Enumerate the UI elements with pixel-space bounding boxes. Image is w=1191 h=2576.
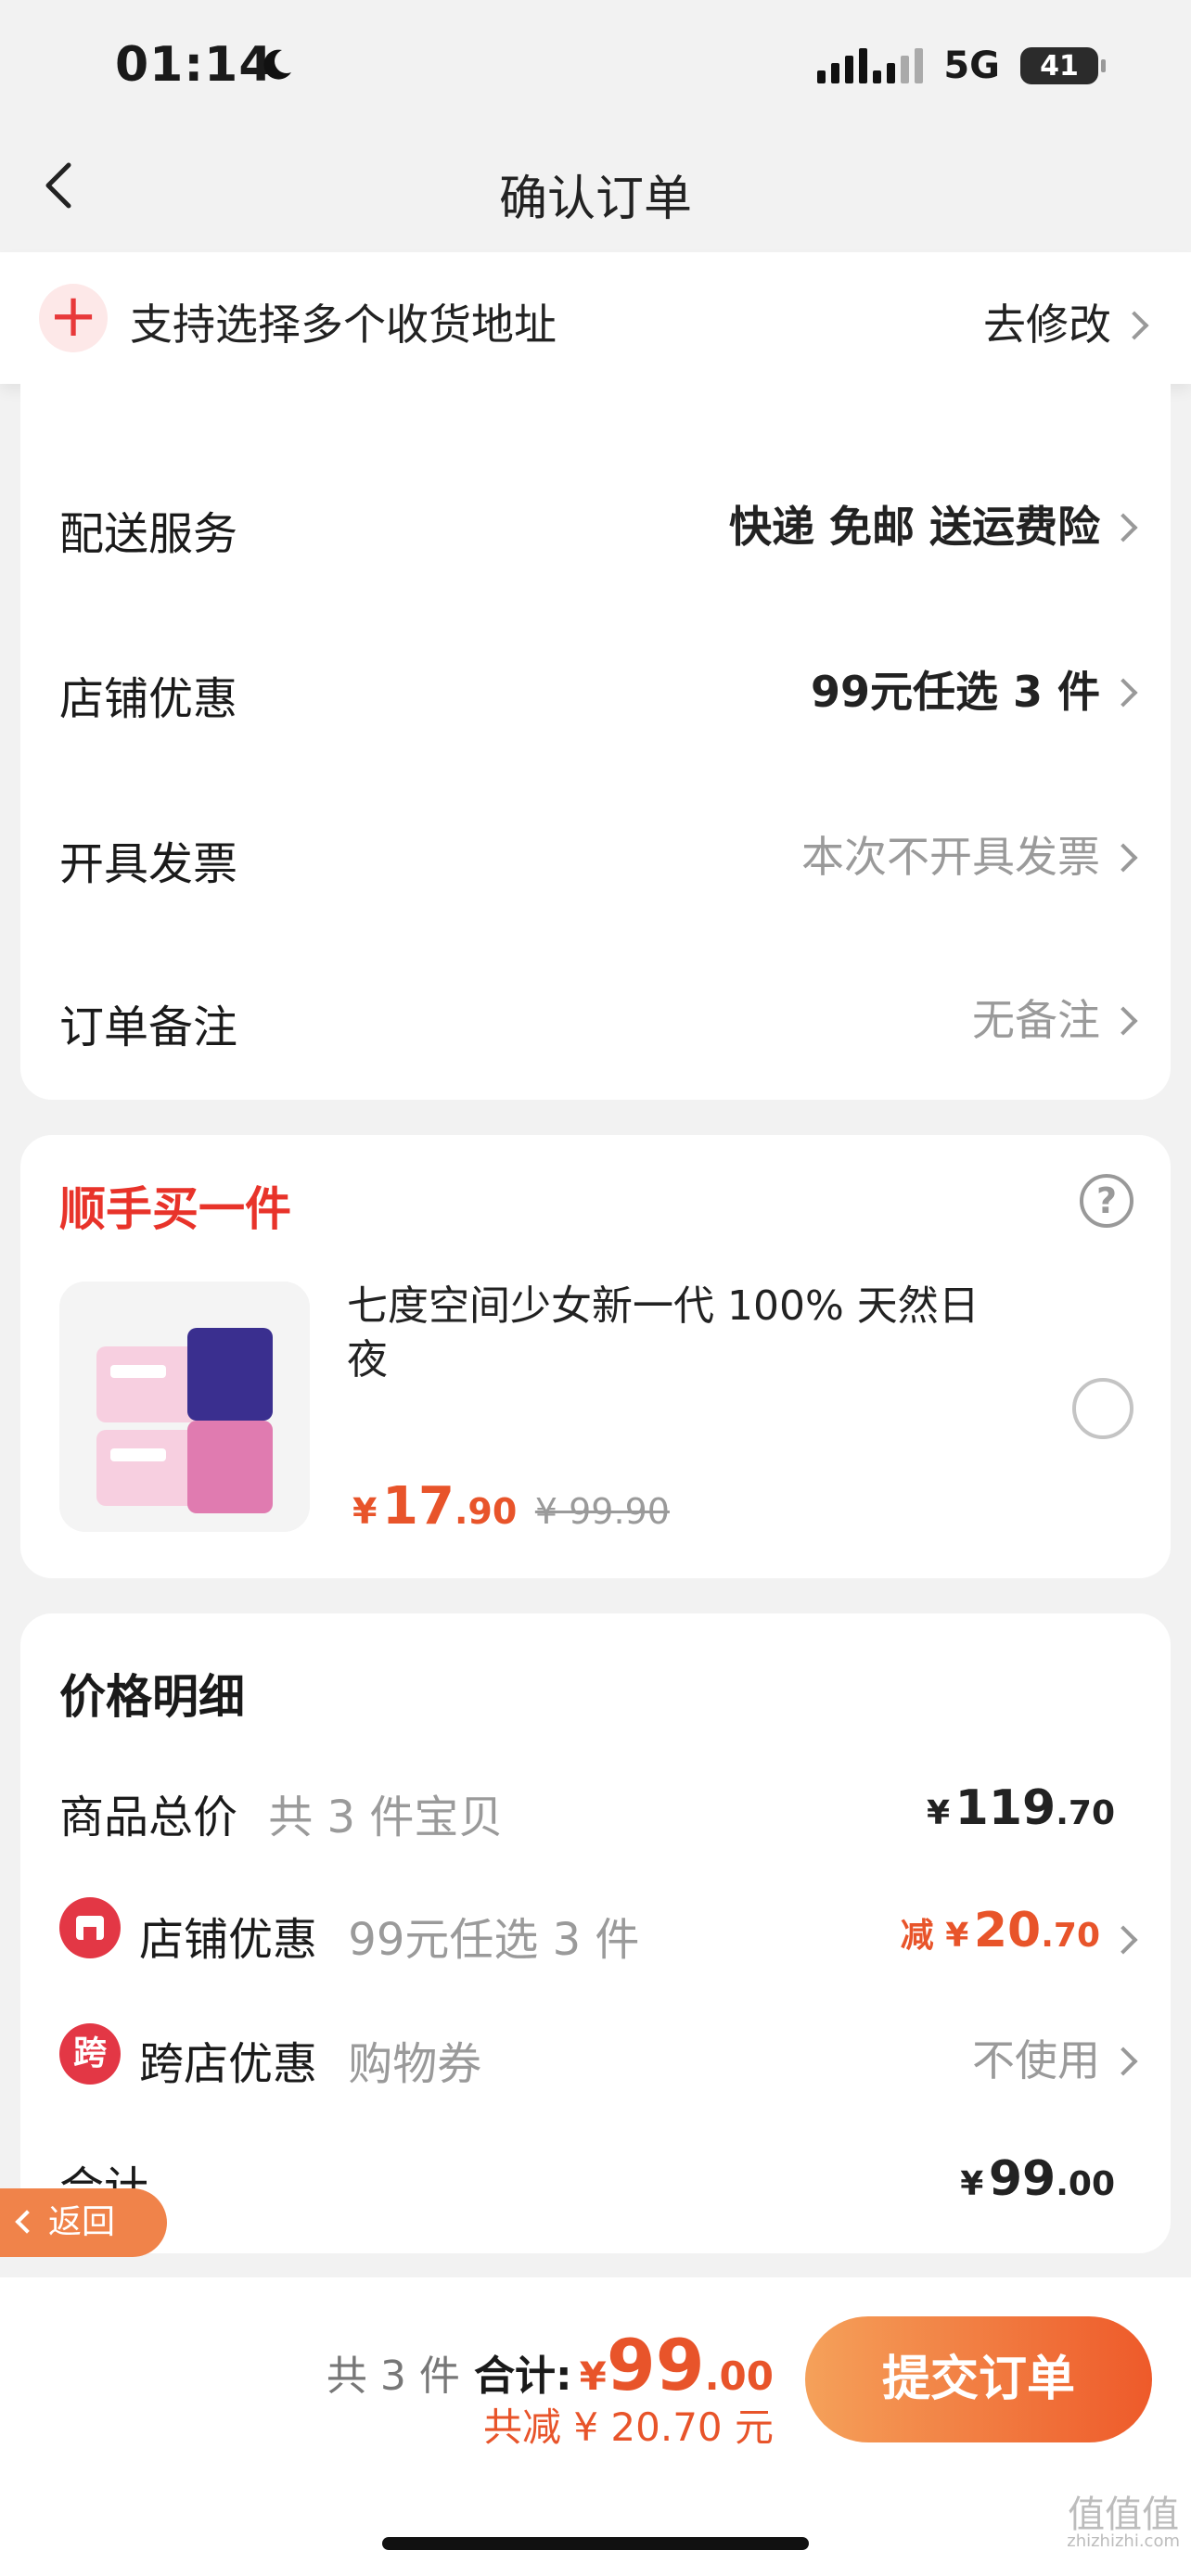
moon-icon — [258, 46, 295, 87]
price-currency: ¥ — [352, 1491, 378, 1532]
watermark: 值值值 zhizhizhi.com — [1067, 2496, 1180, 2550]
chevron-left-icon — [15, 2210, 39, 2234]
sum-integer: 99 — [988, 2151, 1057, 2207]
status-icons: 5G 41 — [817, 45, 1106, 87]
total-label: 合计: — [473, 2353, 572, 2400]
chevron-right-icon — [1108, 2046, 1138, 2076]
invoice-value-text: 本次不开具发票 — [801, 832, 1100, 882]
product-image[interactable] — [59, 1282, 310, 1532]
plus-icon[interactable]: + — [39, 284, 108, 352]
invoice-label: 开具发票 — [59, 838, 238, 890]
cross-store-sub: 购物券 — [348, 2038, 482, 2090]
sum-value: ¥ 99.00 — [960, 2151, 1115, 2207]
cross-store-label-text: 跨店优惠 — [139, 2038, 318, 2090]
watermark-sub: zhizhizhi.com — [1067, 2531, 1180, 2551]
help-icon[interactable]: ? — [1080, 1174, 1133, 1228]
bottom-total-decimal: .00 — [704, 2353, 774, 2399]
cross-store-value-text: 不使用 — [972, 2035, 1100, 2085]
total-price-label: 商品总价 共 3 件宝贝 — [59, 1780, 503, 1845]
total-price-value: ¥ 119.70 — [927, 1780, 1115, 1836]
bottom-bar: 共 3 件 合计: ¥99.00 共减 ¥ 20.70 元 提交订单 — [0, 2277, 1191, 2576]
total-integer: 119 — [954, 1780, 1057, 1836]
remark-label: 订单备注 — [59, 1001, 238, 1053]
address-banner-text: 支持选择多个收货地址 — [130, 300, 557, 350]
sum-decimal: .00 — [1056, 2165, 1115, 2203]
shop-discount-value[interactable]: 99元任选 3 件 — [810, 658, 1138, 720]
price-detail-card: 价格明细 商品总价 共 3 件宝贝 ¥ 119.70 店铺优惠 99元任选 3 … — [20, 1613, 1171, 2253]
item-count: 共 3 件 — [326, 2353, 460, 2400]
remark-value-text: 无备注 — [972, 995, 1100, 1045]
product-name[interactable]: 七度空间少女新一代 100% 天然日夜 — [347, 1280, 996, 1387]
floating-back-label: 返回 — [48, 2203, 116, 2241]
price-decimal: .90 — [454, 1491, 518, 1532]
submit-order-button[interactable]: 提交订单 — [805, 2316, 1152, 2442]
shop-discount-detail-label: 店铺优惠 99元任选 3 件 — [139, 1903, 639, 1968]
discount-decimal: .70 — [1041, 1917, 1100, 1955]
bottom-currency: ¥ — [579, 2353, 607, 2399]
shop-discount-label: 店铺优惠 — [59, 673, 238, 725]
status-time: 01:14 — [115, 37, 274, 93]
saved-amount: 共减 ¥ 20.70 元 — [482, 2404, 774, 2450]
shop-discount-detail-sub: 99元任选 3 件 — [348, 1914, 640, 1966]
sum-currency: ¥ — [960, 2165, 984, 2203]
chevron-right-icon — [1108, 842, 1138, 873]
cross-store-value[interactable]: 不使用 — [972, 2027, 1138, 2088]
price-integer: 17 — [382, 1476, 455, 1537]
shop-discount-detail-value[interactable]: 减 ¥ 20.70 — [900, 1903, 1138, 1958]
price-detail-title: 价格明细 — [59, 1670, 245, 1724]
edit-address-label: 去修改 — [983, 300, 1111, 350]
select-radio[interactable] — [1072, 1378, 1133, 1439]
watermark-text: 值值值 — [1068, 2493, 1180, 2536]
shop-discount-detail-label-text: 店铺优惠 — [139, 1914, 318, 1966]
bottom-total-integer: 99 — [606, 2324, 705, 2406]
total-item-count: 共 3 件宝贝 — [268, 1792, 504, 1843]
total-price-label-text: 商品总价 — [59, 1792, 238, 1843]
address-banner[interactable]: + 支持选择多个收货地址 去修改 — [0, 252, 1191, 384]
upsell-card: 顺手买一件 ? 七度空间少女新一代 100% 天然日夜 ¥ 17.90 ¥ 99… — [20, 1135, 1171, 1578]
total-decimal: .70 — [1056, 1794, 1115, 1832]
delivery-label: 配送服务 — [59, 508, 238, 560]
discount-integer: 20 — [973, 1903, 1042, 1958]
invoice-value[interactable]: 本次不开具发票 — [801, 823, 1138, 885]
cross-store-icon: 跨 — [59, 2023, 121, 2085]
order-info-card: 配送服务 快递 免邮 送运费险 店铺优惠 99元任选 3 件 开具发票 本次不开… — [20, 384, 1171, 1100]
cross-store-label: 跨店优惠 购物券 — [139, 2027, 481, 2092]
battery-icon: 41 — [1020, 47, 1106, 84]
edit-address-link[interactable]: 去修改 — [983, 291, 1149, 352]
upsell-title: 顺手买一件 — [59, 1182, 291, 1236]
delivery-value-text: 快递 免邮 送运费险 — [728, 502, 1100, 552]
chevron-right-icon — [1108, 677, 1138, 708]
original-price: ¥ 99.90 — [534, 1491, 670, 1532]
store-icon — [59, 1897, 121, 1958]
order-summary: 共 3 件 合计: ¥99.00 — [327, 2324, 774, 2406]
battery-level: 41 — [1040, 49, 1079, 83]
network-label: 5G — [943, 45, 1000, 87]
discount-prefix: 减 ¥ — [900, 1917, 969, 1955]
floating-back-button[interactable]: 返回 — [0, 2188, 167, 2257]
remark-value[interactable]: 无备注 — [972, 987, 1138, 1048]
total-currency: ¥ — [927, 1794, 951, 1832]
delivery-value[interactable]: 快递 免邮 送运费险 — [728, 493, 1138, 555]
product-price: ¥ 17.90 ¥ 99.90 — [352, 1476, 670, 1537]
signal-icon — [817, 48, 924, 83]
chevron-right-icon — [1108, 1005, 1138, 1036]
home-indicator — [382, 2537, 809, 2550]
page-title: 确认订单 — [498, 172, 692, 227]
chevron-right-icon — [1120, 310, 1149, 340]
chevron-right-icon — [1108, 512, 1138, 542]
chevron-right-icon — [1108, 1924, 1138, 1955]
shop-discount-value-text: 99元任选 3 件 — [810, 667, 1100, 717]
